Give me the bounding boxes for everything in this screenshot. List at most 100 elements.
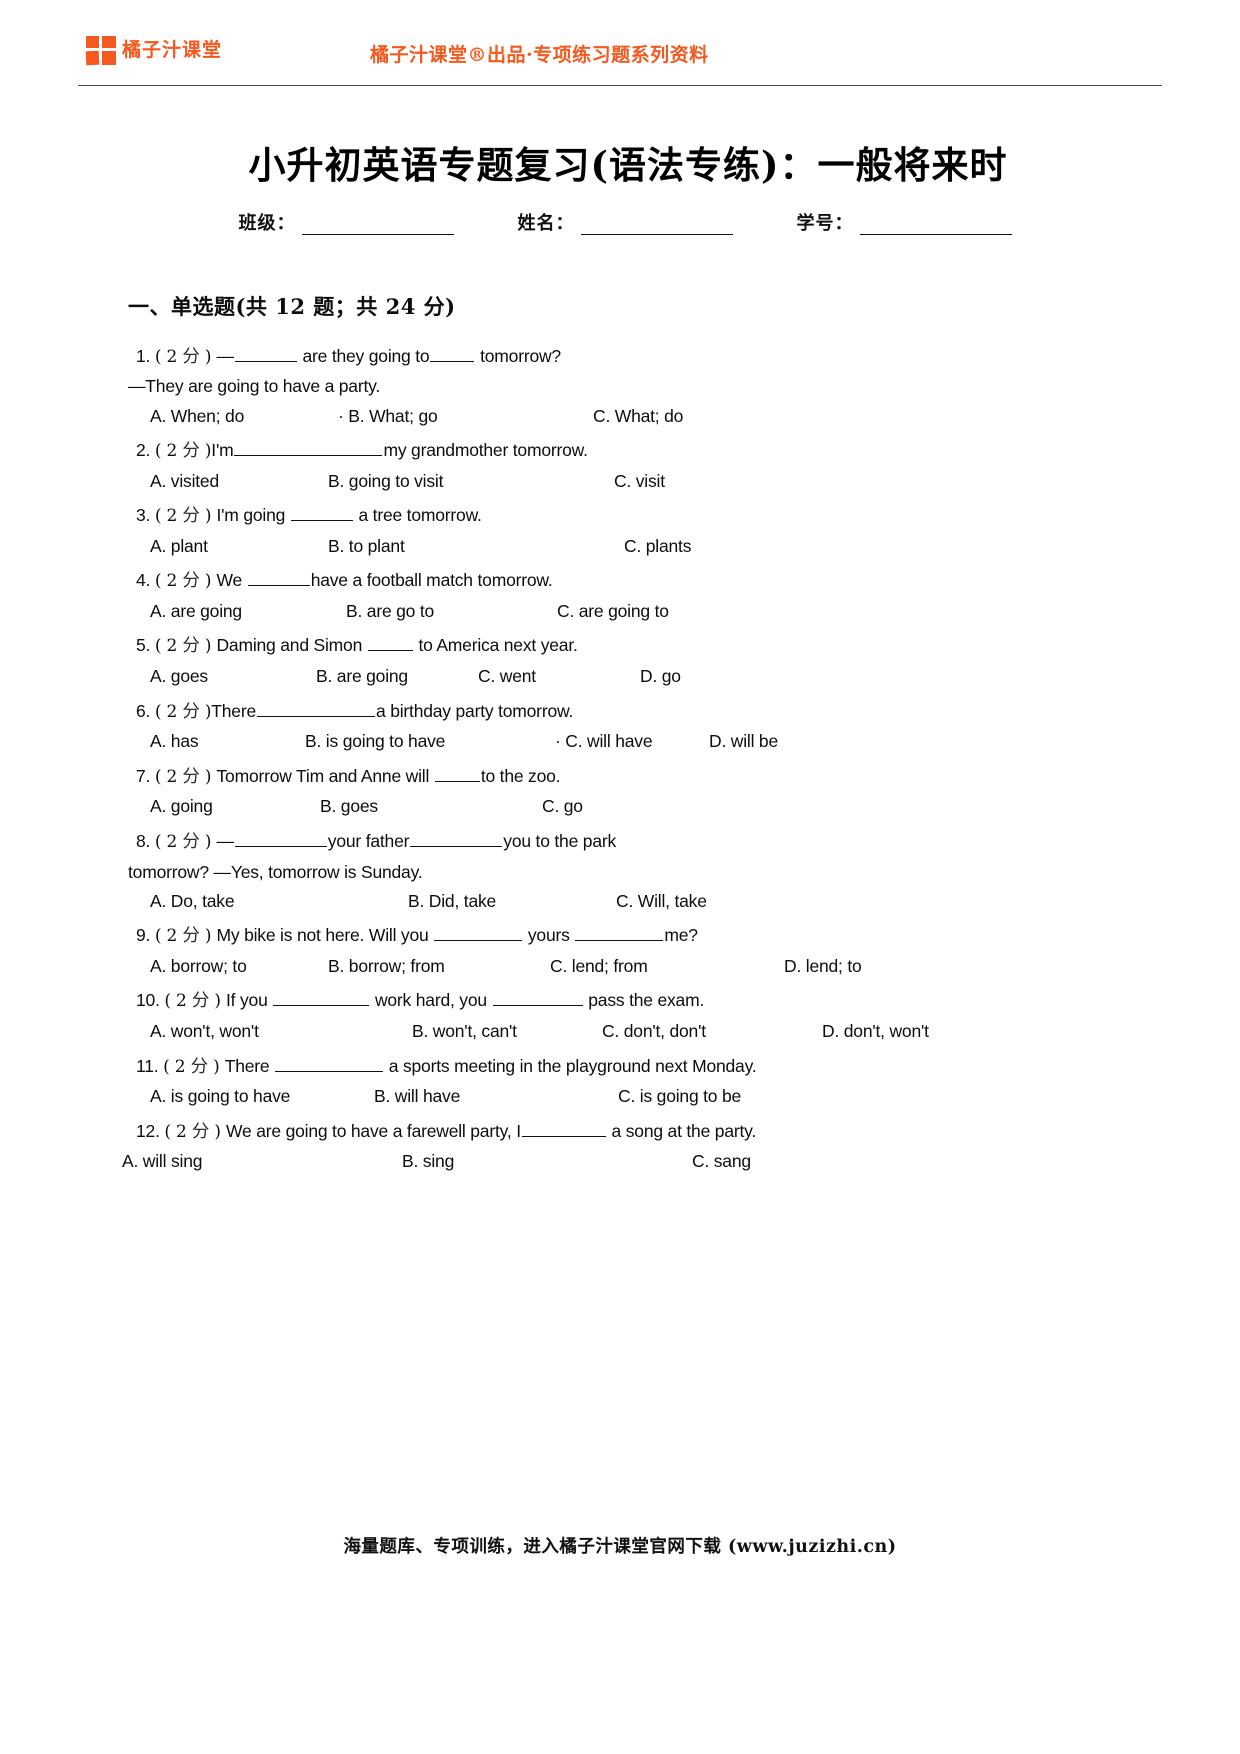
option-choice[interactable]: C. What; do xyxy=(593,403,683,429)
option-choice[interactable]: A. is going to have xyxy=(150,1083,374,1109)
option-choice[interactable]: C. don't, don't xyxy=(602,1018,822,1044)
answer-blank[interactable] xyxy=(290,505,353,522)
option-choice[interactable]: B. sing xyxy=(402,1148,692,1174)
option-choice[interactable]: C. lend; from xyxy=(550,953,784,979)
answer-blank[interactable] xyxy=(430,346,475,362)
option-choice[interactable]: A. visited xyxy=(150,468,328,494)
points-unit: 分 xyxy=(182,571,200,592)
question-item: 8. ( 2 分 ) — your father you to the park to… xyxy=(128,828,1140,915)
stem-text: have a football match tomorrow. xyxy=(310,570,553,591)
option-choice[interactable]: A. going xyxy=(150,793,320,819)
answer-blank[interactable] xyxy=(367,635,413,652)
points-value: ( 2 xyxy=(154,571,183,592)
answer-blank[interactable] xyxy=(492,990,583,1007)
answer-blank[interactable] xyxy=(275,1056,384,1072)
points-unit: 分 xyxy=(182,636,200,657)
option-row: A. won't, won't B. won't, can't C. don't, … xyxy=(150,1018,1140,1044)
question-stem: 6. ( 2 分 )There a birthday party tomorrow… xyxy=(136,698,1140,726)
option-choice[interactable]: B. goes xyxy=(320,793,542,819)
option-choice[interactable]: D. will be xyxy=(709,728,778,754)
option-choice[interactable]: C. are going to xyxy=(557,598,669,624)
answer-blank[interactable] xyxy=(257,701,375,717)
stem-text: There xyxy=(224,1055,275,1076)
option-choice[interactable]: A. borrow; to xyxy=(150,953,328,979)
option-choice[interactable]: A. will sing xyxy=(122,1148,402,1174)
stem-text: 12. xyxy=(136,1120,165,1141)
option-choice[interactable]: C. sang xyxy=(692,1148,751,1174)
stem-text: 2. xyxy=(136,440,155,461)
field-name-blank[interactable] xyxy=(580,217,733,235)
option-choice[interactable]: C. visit xyxy=(614,468,665,494)
option-choice[interactable]: C. went xyxy=(478,663,640,689)
field-class-blank[interactable] xyxy=(301,217,454,235)
option-choice[interactable]: B. Did, take xyxy=(408,888,616,914)
points-unit: 分 xyxy=(191,1121,210,1142)
option-choice[interactable]: B. going to visit xyxy=(328,468,614,494)
question-item: 2. ( 2 分 )I'm my grandmother tomorrow. A. … xyxy=(136,437,1140,494)
points-unit: 分 xyxy=(182,701,200,722)
option-choice[interactable]: B. are go to xyxy=(346,598,557,624)
option-choice[interactable]: A. has xyxy=(150,728,305,754)
option-choice[interactable]: B. will have xyxy=(374,1083,618,1109)
option-choice[interactable]: A. plant xyxy=(150,533,328,559)
option-choice[interactable]: D. lend; to xyxy=(784,953,862,979)
answer-blank[interactable] xyxy=(273,990,370,1007)
field-class: 班级： xyxy=(239,209,454,235)
question-stem: 2. ( 2 分 )I'm my grandmother tomorrow. xyxy=(136,437,1140,465)
stem-text: 10. xyxy=(136,990,165,1011)
question-stem: 12. ( 2 分 ) We are going to have a farew… xyxy=(136,1118,1140,1146)
section-heading: 一、单选题(共 12 题；共 24 分) xyxy=(128,293,456,319)
option-choice[interactable]: D. don't, won't xyxy=(822,1018,929,1044)
option-choice[interactable]: A. When; do xyxy=(150,403,338,429)
option-row: A. is going to have B. will have C. is goi… xyxy=(150,1083,1140,1109)
option-choice[interactable]: · C. will have xyxy=(555,728,709,754)
option-choice[interactable]: A. won't, won't xyxy=(150,1018,412,1044)
answer-blank[interactable] xyxy=(575,925,664,942)
question-stem: 4. ( 2 分 ) We have a football match tomo… xyxy=(136,567,1140,595)
question-item: 6. ( 2 分 )There a birthday party tomorrow… xyxy=(136,698,1140,755)
field-class-label: 班级： xyxy=(238,212,296,234)
answer-blank[interactable] xyxy=(434,766,480,782)
option-choice[interactable]: A. are going xyxy=(150,598,346,624)
option-choice[interactable]: C. is going to be xyxy=(618,1083,741,1109)
points-value: ) xyxy=(207,1056,225,1077)
option-choice[interactable]: · B. What; go xyxy=(338,403,593,429)
option-row: A. borrow; to B. borrow; from C. lend; fro… xyxy=(150,953,1140,979)
option-choice[interactable]: B. borrow; from xyxy=(328,953,550,979)
stem-text: pass the exam. xyxy=(583,990,705,1011)
answer-blank[interactable] xyxy=(434,925,523,942)
points-unit: 分 xyxy=(182,346,200,367)
answer-blank[interactable] xyxy=(410,831,503,847)
option-row: A. are going B. are go to C. are going to xyxy=(150,598,1140,624)
field-student-id-blank[interactable] xyxy=(859,217,1012,235)
option-choice[interactable]: D. go xyxy=(640,663,681,689)
points-value: ( 2 xyxy=(164,1121,192,1142)
header-brand-line: 橘子汁课堂®出品·专项练习题系列资料 xyxy=(370,44,709,66)
option-choice[interactable]: B. won't, can't xyxy=(412,1018,602,1044)
question-stem: 9. ( 2 分 ) My bike is not here. Will you… xyxy=(136,922,1140,950)
stem-text: 11. xyxy=(136,1055,164,1076)
option-choice[interactable]: C. go xyxy=(542,793,583,819)
stem-text: Tomorrow Tim and Anne will xyxy=(216,765,434,786)
option-choice[interactable]: C. plants xyxy=(624,533,691,559)
points-value: ( 2 xyxy=(154,926,183,947)
answer-blank[interactable] xyxy=(234,346,297,362)
points-value: ( 2 xyxy=(154,766,183,787)
points-value: ( 2 xyxy=(154,346,183,367)
option-choice[interactable]: A. Do, take xyxy=(150,888,408,914)
answer-blank[interactable] xyxy=(234,831,327,847)
option-choice[interactable]: B. to plant xyxy=(328,533,624,559)
option-choice[interactable]: B. is going to have xyxy=(305,728,555,754)
stem-text: 3. xyxy=(136,505,155,526)
answer-blank[interactable] xyxy=(521,1121,606,1137)
points-unit: 分 xyxy=(190,1056,209,1077)
points-unit: 分 xyxy=(182,831,200,852)
option-choice[interactable]: B. are going xyxy=(316,663,478,689)
answer-blank[interactable] xyxy=(247,570,310,587)
question-stem: 7. ( 2 分 ) Tomorrow Tim and Anne will to… xyxy=(136,763,1140,791)
points-value: ( 2 xyxy=(154,831,183,852)
points-value: ) xyxy=(199,506,217,527)
answer-blank[interactable] xyxy=(234,440,383,457)
option-choice[interactable]: C. Will, take xyxy=(616,888,707,914)
option-choice[interactable]: A. goes xyxy=(150,663,316,689)
